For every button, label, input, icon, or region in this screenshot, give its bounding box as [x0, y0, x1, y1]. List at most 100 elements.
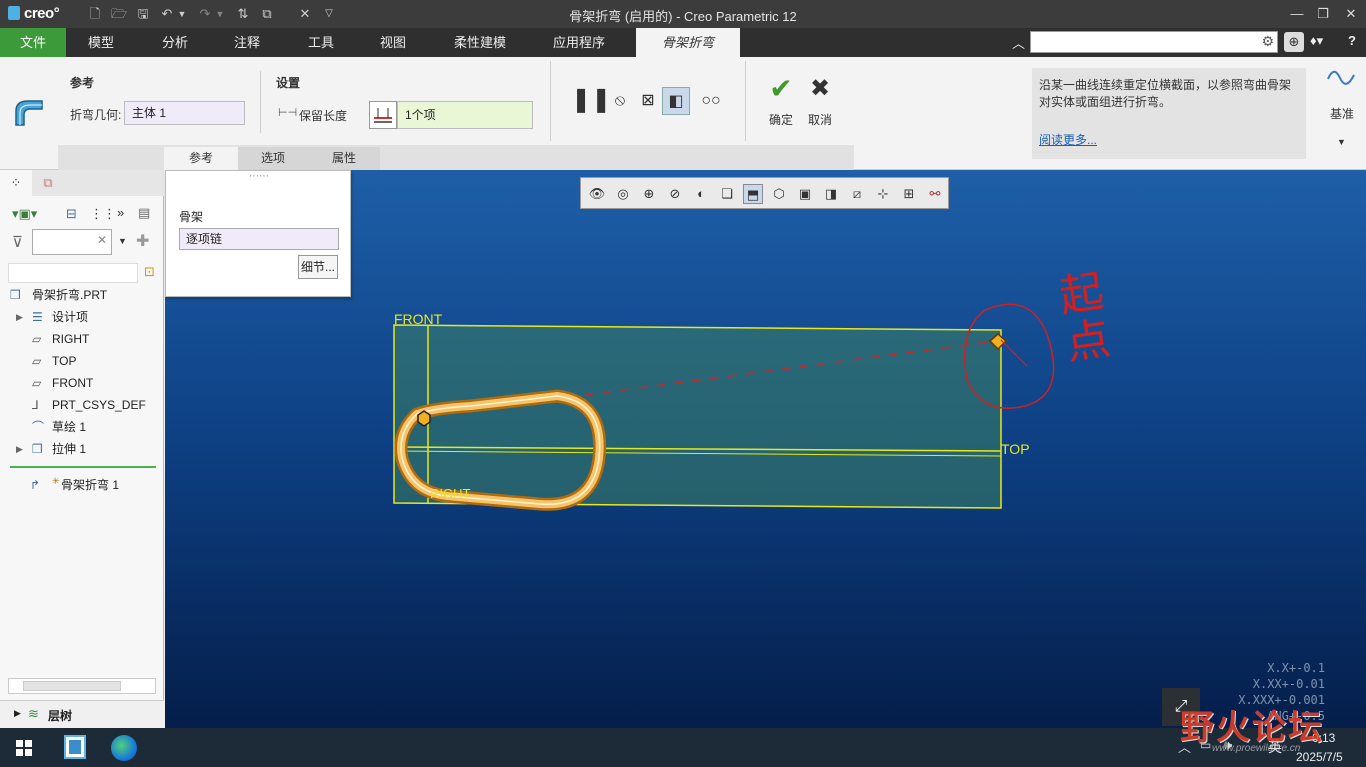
- annotation-display-icon[interactable]: ⚯: [925, 184, 945, 204]
- tab-spinal-bend[interactable]: 骨架折弯: [636, 28, 740, 57]
- skeleton-chain-field[interactable]: 逐项链: [179, 228, 339, 250]
- tree-item-spinal-bend[interactable]: ↱ ✳ 骨架折弯 1: [0, 474, 160, 496]
- insert-indicator[interactable]: [10, 466, 156, 468]
- subtab-references[interactable]: 参考: [164, 147, 238, 170]
- cancel-x-icon[interactable]: ✖: [806, 75, 834, 103]
- detached-preview-icon[interactable]: ◧: [662, 87, 690, 115]
- search-dropdown-icon[interactable]: ▼: [118, 236, 127, 246]
- save-icon[interactable]: 🖫: [134, 6, 152, 22]
- layer-tree-bar[interactable]: ▶ ≋ 层树: [0, 700, 164, 728]
- redo-dropdown-icon[interactable]: ▼: [214, 6, 226, 22]
- tree-filter-icon[interactable]: ⊟: [66, 206, 77, 222]
- edge-browser-icon[interactable]: [111, 735, 137, 761]
- redo-icon[interactable]: ↷: [196, 6, 214, 22]
- datum-label[interactable]: 基准: [1330, 105, 1354, 122]
- cancel-label[interactable]: 取消: [808, 111, 832, 128]
- tree-item-right[interactable]: ▱ RIGHT: [0, 328, 160, 350]
- tree-settings-icon[interactable]: ▤: [138, 205, 150, 221]
- details-button[interactable]: 细节...: [298, 255, 338, 279]
- expand-icon[interactable]: ▶: [14, 708, 21, 719]
- plane-display-icon[interactable]: ⧄: [847, 184, 867, 204]
- collapse-ribbon-icon[interactable]: ︿: [1012, 33, 1025, 52]
- tab-analysis[interactable]: 分析: [142, 28, 208, 57]
- tab-view[interactable]: 视图: [360, 28, 426, 57]
- undo-icon[interactable]: ↶: [158, 6, 176, 22]
- tree-item-csys[interactable]: ⅃ PRT_CSYS_DEF: [0, 394, 160, 416]
- tree-highlight-icon[interactable]: ⊡: [144, 264, 155, 280]
- datum-display-icon[interactable]: ◨: [821, 184, 841, 204]
- tree-item-front[interactable]: ▱ FRONT: [0, 372, 160, 394]
- scrollbar-thumb[interactable]: [23, 681, 121, 691]
- csys-display-icon[interactable]: ⊞: [899, 184, 919, 204]
- tree-item-sketch[interactable]: ⌒ 草绘 1: [0, 416, 160, 438]
- tab-applications[interactable]: 应用程序: [540, 28, 618, 57]
- close-window-icon[interactable]: ✕: [296, 6, 314, 22]
- axis-display-icon[interactable]: ⊹: [873, 184, 893, 204]
- datum-dropdown-icon[interactable]: ▼: [1337, 137, 1346, 147]
- add-filter-icon[interactable]: ✚: [136, 231, 149, 251]
- tree-item-design-items[interactable]: ▶ ☰ 设计项: [0, 306, 160, 328]
- skeleton-items-field[interactable]: 1个项: [397, 101, 533, 129]
- attached-preview-icon[interactable]: ⊠: [634, 87, 662, 115]
- drag-handle-icon[interactable]: ⋯⋯: [249, 171, 269, 182]
- expand-icon[interactable]: ▶: [16, 438, 23, 460]
- new-file-icon[interactable]: 🗋: [86, 6, 104, 22]
- saved-orientations-icon[interactable]: ◐: [691, 184, 711, 204]
- tab-model[interactable]: 模型: [68, 28, 134, 57]
- clear-search-icon[interactable]: ✕: [97, 233, 107, 247]
- search-icon[interactable]: ⊕: [1284, 32, 1304, 52]
- ok-label[interactable]: 确定: [769, 111, 793, 128]
- subtab-properties[interactable]: 属性: [308, 147, 380, 170]
- tree-display-icon[interactable]: ▾▣▾: [12, 206, 37, 222]
- help-icon[interactable]: ?: [1348, 33, 1356, 48]
- pause-icon[interactable]: ❚❚: [571, 86, 611, 114]
- tab-file[interactable]: 文件: [0, 28, 66, 57]
- repaint-icon[interactable]: ◎: [613, 184, 633, 204]
- clock-date[interactable]: 2025/7/5: [1296, 750, 1343, 764]
- subtab-options[interactable]: 选项: [238, 147, 308, 170]
- open-file-icon[interactable]: 🗁: [110, 6, 128, 22]
- tree-more-icon[interactable]: »: [117, 205, 124, 220]
- tree-columns-icon[interactable]: ⋮⋮: [90, 206, 116, 222]
- section-icon[interactable]: ⬡: [769, 184, 789, 204]
- search-input[interactable]: ⚙: [1030, 31, 1278, 53]
- undo-dropdown-icon[interactable]: ▼: [176, 6, 188, 22]
- keep-length-label[interactable]: 保留长度: [299, 107, 347, 124]
- no-preview-icon[interactable]: ⦸: [606, 87, 634, 115]
- refit-icon[interactable]: 👁: [587, 184, 607, 204]
- model-tree-tab-icon[interactable]: ⁘: [0, 170, 32, 196]
- zoom-in-icon[interactable]: ⊕: [639, 184, 659, 204]
- ok-checkmark-icon[interactable]: ✔: [767, 75, 795, 103]
- app-window-icon[interactable]: [64, 735, 86, 759]
- community-icon[interactable]: ♦▾: [1310, 33, 1323, 49]
- zoom-out-icon[interactable]: ⊘: [665, 184, 685, 204]
- windows-start-icon[interactable]: [16, 740, 32, 756]
- expand-icon[interactable]: ▶: [16, 306, 23, 328]
- minimize-button[interactable]: —: [1284, 4, 1310, 24]
- folder-browser-tab-icon[interactable]: ⧉: [34, 170, 62, 196]
- restore-button[interactable]: ❐: [1310, 4, 1336, 24]
- customize-toolbar-icon[interactable]: ▽: [320, 6, 338, 22]
- datum-curve-icon[interactable]: [1326, 65, 1356, 91]
- filter-icon[interactable]: ⊽: [12, 233, 23, 251]
- view-manager-icon[interactable]: ▣: [795, 184, 815, 204]
- horizontal-scrollbar[interactable]: [8, 678, 156, 694]
- start-point-marker[interactable]: [417, 410, 431, 427]
- windows-icon[interactable]: ⧉: [258, 6, 276, 22]
- gear-icon[interactable]: ⚙: [1261, 33, 1274, 50]
- tree-search-input[interactable]: ✕: [32, 229, 112, 255]
- tree-path-field[interactable]: [8, 263, 138, 283]
- tab-annotate[interactable]: 注释: [214, 28, 280, 57]
- display-style-icon[interactable]: ❏: [717, 184, 737, 204]
- keep-length-icon[interactable]: ⊢⊣: [278, 106, 297, 119]
- read-more-link[interactable]: 阅读更多...: [1039, 132, 1097, 149]
- regenerate-icon[interactable]: ⇅: [234, 6, 252, 22]
- tree-item-top[interactable]: ▱ TOP: [0, 350, 160, 372]
- verify-icon[interactable]: ○○: [697, 87, 725, 115]
- bend-geometry-field[interactable]: 主体 1: [124, 101, 245, 125]
- tree-root-item[interactable]: ❒ 骨架折弯.PRT: [0, 284, 160, 306]
- perspective-icon[interactable]: ⬒: [743, 184, 763, 204]
- tab-flexible-modeling[interactable]: 柔性建模: [440, 28, 520, 57]
- skeleton-collector-icon[interactable]: [369, 101, 397, 129]
- tab-tools[interactable]: 工具: [288, 28, 354, 57]
